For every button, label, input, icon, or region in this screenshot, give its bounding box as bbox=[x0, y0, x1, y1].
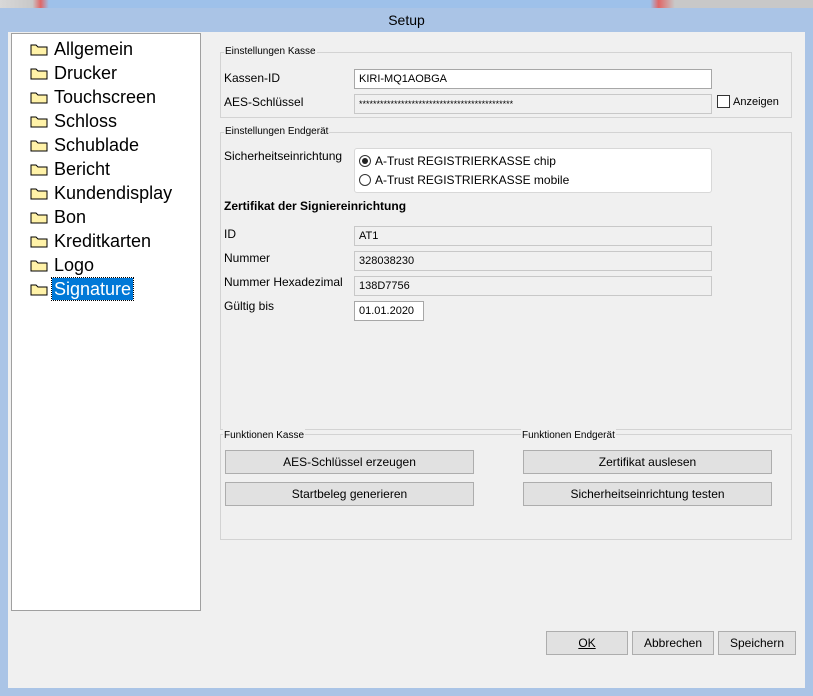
id-field[interactable]: AT1 bbox=[354, 226, 712, 246]
nummer-hexadezimal-field[interactable]: 138D7756 bbox=[354, 276, 712, 296]
folder-icon bbox=[30, 115, 48, 128]
aes-schluessel-field[interactable]: ****************************************… bbox=[354, 94, 712, 114]
zertifikat-heading: Zertifikat der Signiereinrichtung bbox=[224, 199, 407, 213]
folder-icon bbox=[30, 43, 48, 56]
folder-icon bbox=[30, 139, 48, 152]
tree-item-label: Drucker bbox=[54, 63, 118, 83]
startbeleg-generieren-button[interactable]: Startbeleg generieren bbox=[225, 482, 474, 506]
anzeigen-checkbox[interactable] bbox=[717, 95, 730, 108]
group-title: Einstellungen Kasse bbox=[224, 45, 317, 59]
tree-item-label: Bon bbox=[54, 207, 87, 227]
nummer-label: Nummer bbox=[224, 251, 271, 265]
kassen-id-label: Kassen-ID bbox=[224, 71, 281, 85]
window-border-right bbox=[805, 32, 813, 696]
funktionen-kasse-title: Funktionen Kasse bbox=[223, 429, 306, 443]
aes-schluessel-erzeugen-button[interactable]: AES-Schlüssel erzeugen bbox=[225, 450, 474, 474]
aes-schluessel-label: AES-Schlüssel bbox=[224, 95, 304, 109]
tree-item-label: Kreditkarten bbox=[54, 231, 152, 251]
group-title: Einstellungen Endgerät bbox=[224, 125, 330, 139]
tree-item-label: Signature bbox=[50, 277, 135, 301]
folder-icon bbox=[30, 283, 48, 296]
radio-chip[interactable] bbox=[359, 155, 371, 167]
tree-item-label: Bericht bbox=[54, 159, 111, 179]
folder-icon bbox=[30, 235, 48, 248]
tree-item-label: Logo bbox=[54, 255, 95, 275]
gueltig-bis-field[interactable]: 01.01.2020 bbox=[354, 301, 424, 321]
funktionen-endgeraet-title: Funktionen Endgerät bbox=[521, 429, 616, 443]
title-bar: Setup bbox=[0, 0, 813, 32]
radio-mobile[interactable] bbox=[359, 174, 371, 186]
window-title: Setup bbox=[388, 12, 425, 28]
kassen-id-field[interactable]: KIRI-MQ1AOBGA bbox=[354, 69, 712, 89]
tree-item-label: Touchscreen bbox=[54, 87, 157, 107]
nummer-field[interactable]: 328038230 bbox=[354, 251, 712, 271]
folder-icon bbox=[30, 91, 48, 104]
tree-item-label: Schublade bbox=[54, 135, 140, 155]
window-border-bottom bbox=[0, 688, 813, 696]
sicherheitseinrichtung-label: Sicherheitseinrichtung bbox=[224, 149, 343, 163]
tree-item-label: Allgemein bbox=[54, 39, 134, 59]
folder-icon bbox=[30, 187, 48, 200]
speichern-button[interactable]: Speichern bbox=[718, 631, 796, 655]
zertifikat-auslesen-button[interactable]: Zertifikat auslesen bbox=[523, 450, 772, 474]
radio-mobile-label: A-Trust REGISTRIERKASSE mobile bbox=[375, 173, 570, 187]
ok-button[interactable]: OK bbox=[546, 631, 628, 655]
gueltig-bis-label: Gültig bis bbox=[224, 299, 275, 313]
id-label: ID bbox=[224, 227, 236, 241]
folder-icon bbox=[30, 211, 48, 224]
title-bar-stripe bbox=[0, 0, 813, 8]
tree-item-label: Kundendisplay bbox=[54, 183, 173, 203]
abbrechen-button[interactable]: Abbrechen bbox=[632, 631, 714, 655]
folder-icon bbox=[30, 259, 48, 272]
settings-tree[interactable]: Allgemein Drucker Touchscreen Schloss Sc… bbox=[11, 33, 201, 611]
folder-icon bbox=[30, 163, 48, 176]
radio-chip-label: A-Trust REGISTRIERKASSE chip bbox=[375, 154, 556, 168]
anzeigen-label: Anzeigen bbox=[733, 96, 779, 108]
dialog-client-area: Allgemein Drucker Touchscreen Schloss Sc… bbox=[8, 32, 805, 688]
folder-icon bbox=[30, 67, 48, 80]
sicherheitseinrichtung-testen-button[interactable]: Sicherheitseinrichtung testen bbox=[523, 482, 772, 506]
nummer-hexadezimal-label: Nummer Hexadezimal bbox=[224, 275, 343, 289]
tree-item-label: Schloss bbox=[54, 111, 118, 131]
